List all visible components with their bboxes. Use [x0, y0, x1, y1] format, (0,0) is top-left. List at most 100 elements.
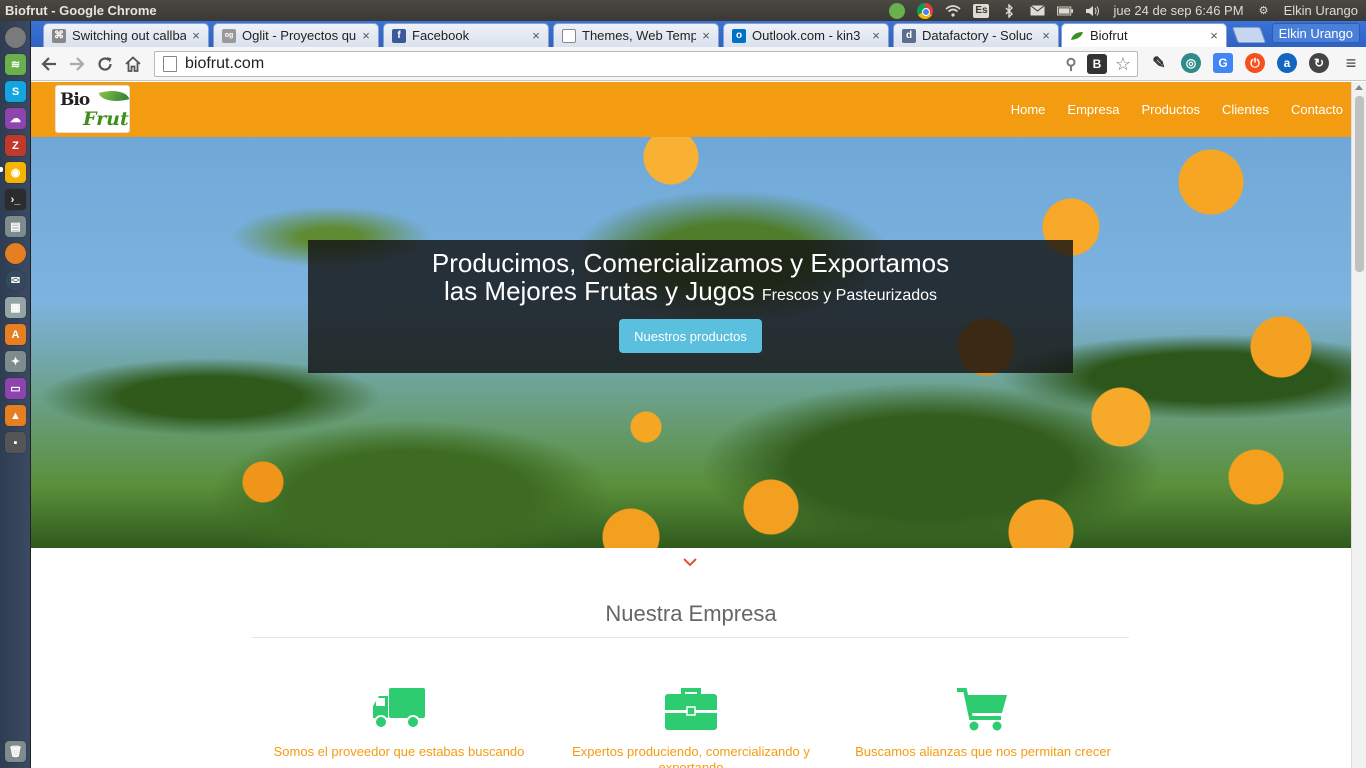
close-icon[interactable]: ×	[870, 28, 882, 43]
address-bar[interactable]: biofrut.com ⚲ B ☆	[154, 51, 1138, 77]
tab-title: Datafactory - Soluc	[922, 28, 1033, 43]
tab-title: Switching out callba	[72, 28, 186, 43]
forward-button[interactable]	[63, 50, 91, 78]
url-text[interactable]: biofrut.com	[185, 55, 264, 73]
feature-text: Expertos produciendo, comercializando y …	[572, 744, 810, 768]
volume-icon[interactable]	[1085, 4, 1101, 18]
nav-productos[interactable]: Productos	[1141, 102, 1200, 117]
hero-orange-tree-image: Producimos, Comercializamos y Exportamos…	[31, 137, 1351, 548]
chrome-launcher-icon[interactable]: ◉	[5, 162, 26, 183]
new-tab-button[interactable]	[1232, 27, 1266, 43]
browser-toolbar: biofrut.com ⚲ B ☆ ✎ ◎ G ⏻ a ↻ ≡	[31, 47, 1366, 81]
workspaces-launcher-icon[interactable]: ▭	[5, 378, 26, 399]
bluetooth-icon[interactable]	[1001, 3, 1017, 18]
truck-icon	[371, 686, 427, 732]
search-icon[interactable]: ⚲	[1061, 54, 1081, 74]
tab-title: Themes, Web Temp	[582, 28, 696, 43]
session-user[interactable]: Elkin Urango	[1284, 3, 1358, 18]
skype-launcher-icon[interactable]: S	[5, 81, 26, 102]
tab-3[interactable]: Themes, Web Temp ×	[553, 23, 719, 47]
nav-contacto[interactable]: Contacto	[1291, 102, 1343, 117]
tab-title: Oglit - Proyectos qu	[242, 28, 356, 43]
close-icon[interactable]: ×	[190, 28, 202, 43]
spotify-launcher-icon[interactable]: ≋	[5, 54, 26, 75]
home-button[interactable]	[119, 50, 147, 78]
site-nav-links: Home Empresa Productos Clientes Contacto	[1011, 82, 1343, 137]
dash-icon[interactable]	[5, 27, 26, 48]
menu-icon[interactable]: ≡	[1341, 53, 1361, 73]
chevron-down-icon[interactable]	[682, 554, 698, 567]
close-icon[interactable]: ×	[530, 28, 542, 43]
vlc-launcher-icon[interactable]: ▲	[5, 405, 26, 426]
eyedropper-extension-icon[interactable]: ✎	[1149, 53, 1169, 73]
nav-empresa[interactable]: Empresa	[1067, 102, 1119, 117]
profile-button[interactable]: Elkin Urango	[1271, 23, 1360, 43]
bookmark-star-icon[interactable]: ☆	[1113, 54, 1133, 74]
swirl-extension-icon[interactable]: ◎	[1181, 53, 1201, 73]
battery-icon[interactable]	[1057, 4, 1074, 18]
tab-1[interactable]: og Oglit - Proyectos qu ×	[213, 23, 379, 47]
bootstrap-extension-icon[interactable]: B	[1087, 54, 1107, 74]
close-icon[interactable]: ×	[700, 28, 712, 43]
reload-button[interactable]	[91, 50, 119, 78]
system-indicators: Es jue 24 de sep 6:46 PM ⚙ Elkin Urango	[889, 2, 1366, 19]
hero-line2-main: las Mejores Frutas y Jugos	[443, 276, 755, 306]
tab-0[interactable]: ⌘ Switching out callba ×	[43, 23, 209, 47]
tab-title: Biofrut	[1090, 28, 1128, 43]
running-indicator	[0, 167, 3, 172]
briefcase-icon	[663, 686, 719, 732]
extension-icons: ✎ ◎ G ⏻ a ↻ ≡	[1149, 53, 1361, 73]
page-viewport: Bio Frut Home Empresa Productos Clientes…	[31, 82, 1351, 768]
page-scrollbar[interactable]	[1351, 82, 1366, 768]
page-icon	[562, 28, 576, 43]
products-button[interactable]: Nuestros productos	[619, 319, 762, 353]
settings-launcher-icon[interactable]: ✦	[5, 351, 26, 372]
page-icon	[163, 56, 177, 72]
thunderbird-launcher-icon[interactable]: ✉	[5, 270, 26, 291]
translate-extension-icon[interactable]: G	[1213, 53, 1233, 73]
tab-2[interactable]: f Facebook ×	[383, 23, 549, 47]
spotify-tray-icon[interactable]	[889, 2, 906, 19]
nav-home[interactable]: Home	[1011, 102, 1046, 117]
feature-supplier: Somos el proveedor que estabas buscando	[249, 686, 549, 760]
scroll-thumb[interactable]	[1355, 96, 1364, 272]
nav-clientes[interactable]: Clientes	[1222, 102, 1269, 117]
feature-experts: Expertos produciendo, comercializando y …	[541, 686, 841, 768]
power-extension-icon[interactable]: ⏻	[1245, 53, 1265, 73]
window-title: Biofrut - Google Chrome	[5, 3, 157, 18]
files-launcher-icon[interactable]: ▤	[5, 216, 26, 237]
hero-headline-line1: Producimos, Comercializamos y Exportamos	[431, 248, 950, 278]
a-extension-icon[interactable]: a	[1277, 53, 1297, 73]
software-center-icon[interactable]: A	[5, 324, 26, 345]
filezilla-launcher-icon[interactable]: Z	[5, 135, 26, 156]
section-title: Nuestra Empresa	[605, 601, 777, 626]
logo-bio-text: Bio	[60, 90, 90, 110]
feature-alliances: Buscamos alianzas que nos permitan crece…	[833, 686, 1133, 760]
close-icon[interactable]: ×	[1040, 28, 1052, 43]
tab-4[interactable]: o Outlook.com - kin3 ×	[723, 23, 889, 47]
oglit-icon: og	[222, 28, 236, 43]
gear-icon[interactable]: ⚙	[1256, 4, 1272, 18]
chrome-window: ⌘ Switching out callba × og Oglit - Proy…	[31, 21, 1366, 768]
tab-6-active[interactable]: Biofrut ×	[1061, 23, 1227, 47]
mail-icon[interactable]	[1029, 4, 1045, 18]
terminal-launcher-icon[interactable]: ›_	[5, 189, 26, 210]
clock[interactable]: jue 24 de sep 6:46 PM	[1113, 3, 1243, 18]
scroll-up-arrow[interactable]	[1355, 85, 1363, 90]
feature-text: Buscamos alianzas que nos permitan crece…	[855, 744, 1111, 759]
trash-icon[interactable]: 🗑	[5, 741, 26, 762]
chrome-tray-icon[interactable]	[917, 2, 934, 19]
archive-launcher-icon[interactable]: ▦	[5, 297, 26, 318]
sync-extension-icon[interactable]: ↻	[1309, 53, 1329, 73]
close-icon[interactable]: ×	[1208, 28, 1220, 43]
biofrut-logo[interactable]: Bio Frut	[55, 85, 130, 133]
chat-launcher-icon[interactable]: ☁	[5, 108, 26, 129]
firefox-launcher-icon[interactable]	[5, 243, 26, 264]
close-icon[interactable]: ×	[360, 28, 372, 43]
wifi-icon[interactable]	[945, 4, 961, 18]
facebook-icon: f	[392, 28, 406, 43]
device-launcher-icon[interactable]: ▪	[5, 432, 26, 453]
keyboard-layout-indicator[interactable]: Es	[973, 3, 990, 18]
tab-5[interactable]: d Datafactory - Soluc ×	[893, 23, 1059, 47]
back-button[interactable]	[35, 50, 63, 78]
